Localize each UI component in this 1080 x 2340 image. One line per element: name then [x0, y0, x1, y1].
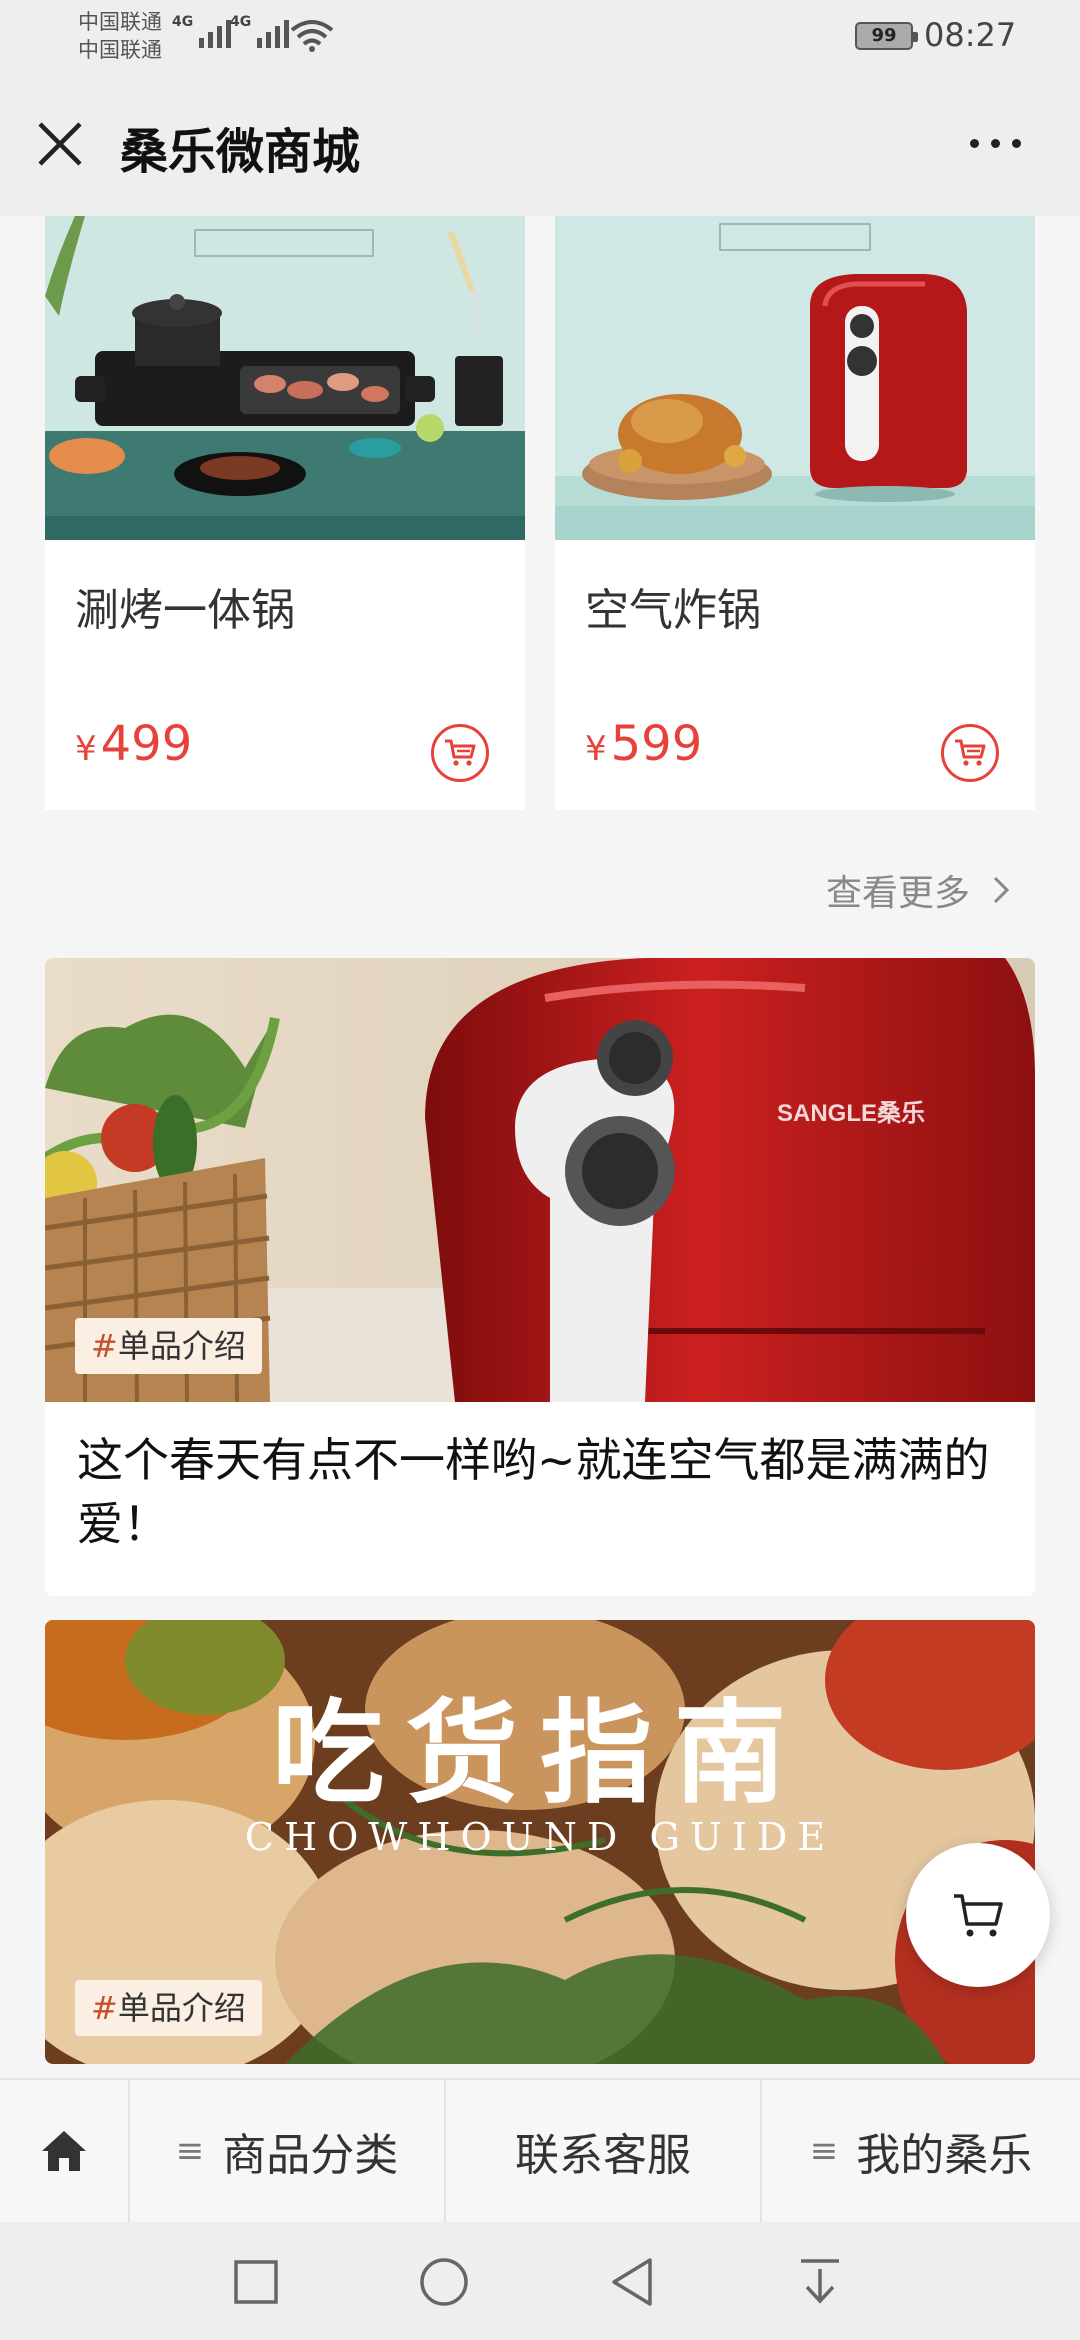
- banner-subtitle: CHOWHOUND GUIDE: [245, 1815, 835, 1859]
- product-image-air-fryer[interactable]: [555, 216, 1035, 540]
- wifi-icon: [290, 20, 334, 52]
- tab-my-account[interactable]: ≡ 我的桑乐: [762, 2080, 1080, 2222]
- product-card[interactable]: 空气炸锅 ¥599: [555, 216, 1035, 810]
- system-navigation-bar: [0, 2222, 1080, 2340]
- see-more-link[interactable]: 查看更多: [826, 864, 1010, 916]
- notification-pull-button[interactable]: [790, 2252, 850, 2312]
- recent-apps-button[interactable]: [226, 2252, 286, 2312]
- main-content[interactable]: 涮烤一体锅 ¥499 空气炸锅 ¥599 查看更多 SANGLE桑乐 #单品介绍…: [0, 216, 1080, 2078]
- bottom-tab-bar: ≡ 商品分类 联系客服 ≡ 我的桑乐: [0, 2078, 1080, 2222]
- pull-down-icon: [801, 2259, 839, 2304]
- tab-customer-service[interactable]: 联系客服: [446, 2080, 762, 2222]
- carrier-2: 中国联通: [78, 38, 162, 62]
- price-value: 499: [100, 716, 193, 772]
- banner-title: 吃货指南: [272, 1689, 808, 1819]
- tag-hash: #: [91, 1989, 118, 2027]
- close-icon[interactable]: [30, 114, 90, 174]
- tab-label: 商品分类: [222, 2130, 399, 2181]
- brand-logo: SANGLE桑乐: [777, 1100, 925, 1127]
- article-card[interactable]: SANGLE桑乐 #单品介绍 这个春天有点不一样哟~就连空气都是满满的爱！: [45, 958, 1035, 1596]
- tab-label: 联系客服: [515, 2130, 691, 2181]
- product-price: ¥499: [75, 716, 192, 772]
- tag-hash: #: [91, 1327, 118, 1365]
- tab-categories[interactable]: ≡ 商品分类: [130, 2080, 446, 2222]
- title-bar: 桑乐微商城: [0, 72, 1080, 216]
- cart-icon: [445, 739, 476, 766]
- clock: 08:27: [924, 16, 1017, 54]
- signal-2-icon: 4G: [230, 14, 290, 48]
- back-triangle-icon: [612, 2258, 652, 2306]
- network-type-1: 4G: [172, 14, 194, 30]
- product-card[interactable]: 涮烤一体锅 ¥499: [45, 216, 525, 810]
- add-to-cart-button[interactable]: [941, 724, 999, 782]
- article-title: 这个春天有点不一样哟~就连空气都是满满的爱！: [77, 1433, 990, 1551]
- currency-symbol: ¥: [75, 729, 97, 769]
- status-bar: 中国联通 中国联通 4G 4G 99 08:27: [0, 0, 1080, 72]
- cart-icon: [954, 1894, 1003, 1937]
- home-icon: [42, 2131, 86, 2171]
- article-card[interactable]: 吃货指南 CHOWHOUND GUIDE #单品介绍: [45, 1620, 1035, 2064]
- menu-icon: ≡: [809, 2131, 839, 2171]
- tag-label: 单品介绍: [117, 1989, 246, 2027]
- product-price: ¥599: [585, 716, 702, 772]
- tag-label: 单品介绍: [117, 1327, 246, 1365]
- floating-cart-button[interactable]: [906, 1843, 1050, 1987]
- cart-icon: [955, 739, 986, 766]
- tab-home[interactable]: [0, 2080, 130, 2222]
- product-name: 涮烤一体锅: [75, 585, 295, 636]
- back-button[interactable]: [602, 2252, 662, 2312]
- carrier-1: 中国联通: [78, 10, 162, 34]
- currency-symbol: ¥: [585, 729, 607, 769]
- battery-icon: 99: [855, 22, 918, 50]
- page-title: 桑乐微商城: [120, 124, 361, 180]
- see-more-label: 查看更多: [826, 873, 971, 914]
- price-value: 599: [610, 716, 703, 772]
- chevron-right-icon: [993, 876, 1010, 904]
- more-dots-icon[interactable]: [960, 128, 1030, 158]
- article-image-air-fryer[interactable]: SANGLE桑乐 #单品介绍: [45, 958, 1035, 1402]
- tab-label: 我的桑乐: [856, 2130, 1033, 2181]
- square-icon: [234, 2260, 278, 2304]
- product-image-hotpot-grill[interactable]: [45, 216, 525, 540]
- network-type-2: 4G: [230, 14, 252, 30]
- circle-icon: [420, 2258, 468, 2306]
- article-image-chowhound-guide[interactable]: 吃货指南 CHOWHOUND GUIDE #单品介绍: [45, 1620, 1035, 2064]
- menu-icon: ≡: [175, 2131, 205, 2171]
- article-tag: #单品介绍: [75, 1980, 262, 2036]
- add-to-cart-button[interactable]: [431, 724, 489, 782]
- article-tag: #单品介绍: [75, 1318, 262, 1374]
- home-nav-button[interactable]: [414, 2252, 474, 2312]
- carrier-names: 中国联通 中国联通: [78, 8, 162, 64]
- signal-1-icon: 4G: [172, 14, 232, 48]
- product-name: 空气炸锅: [585, 585, 761, 636]
